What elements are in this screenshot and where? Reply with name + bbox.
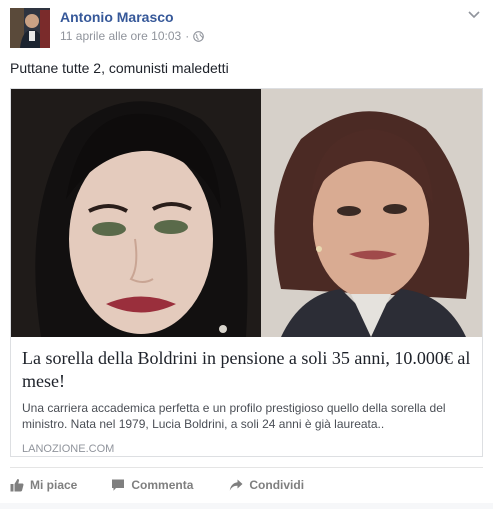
- link-preview-image[interactable]: [11, 89, 482, 337]
- like-button[interactable]: Mi piace: [10, 478, 77, 492]
- post-meta: 11 aprile alle ore 10:03 ·: [60, 29, 205, 43]
- globe-icon[interactable]: [193, 30, 205, 42]
- link-domain: LANOZIONE.COM: [22, 443, 115, 455]
- post-bottom-edge: [0, 503, 493, 509]
- chevron-down-icon[interactable]: [467, 10, 481, 20]
- comment-label: Commenta: [131, 478, 194, 492]
- link-preview-card[interactable]: La sorella della Boldrini in pensione a …: [10, 88, 483, 457]
- author-name[interactable]: Antonio Marasco: [60, 9, 174, 25]
- share-label: Condividi: [249, 478, 305, 492]
- post-header: Antonio Marasco 11 aprile alle ore 10:03…: [10, 6, 483, 50]
- right-portrait-photo: [261, 89, 482, 337]
- thumbs-up-icon: [10, 478, 24, 492]
- actions-divider: [10, 467, 483, 468]
- comment-button[interactable]: Commenta: [111, 478, 193, 492]
- post-timestamp[interactable]: 11 aprile alle ore 10:03: [60, 29, 181, 43]
- like-label: Mi piace: [30, 478, 78, 492]
- link-description: Una carriera accademica perfetta e un pr…: [22, 401, 446, 431]
- link-preview-body: La sorella della Boldrini in pensione a …: [11, 337, 482, 455]
- link-title[interactable]: La sorella della Boldrini in pensione a …: [22, 347, 471, 393]
- share-arrow-icon: [230, 479, 243, 491]
- post-message: Puttane tutte 2, comunisti maledetti: [10, 60, 229, 76]
- comment-icon: [112, 479, 125, 491]
- author-avatar[interactable]: [10, 8, 50, 48]
- left-portrait-photo: [11, 89, 261, 337]
- feed-post: Antonio Marasco 11 aprile alle ore 10:03…: [0, 0, 493, 509]
- post-actions-bar: Mi piace Commenta Condividi: [10, 474, 304, 496]
- meta-separator: ·: [185, 29, 190, 43]
- share-button[interactable]: Condividi: [229, 478, 304, 492]
